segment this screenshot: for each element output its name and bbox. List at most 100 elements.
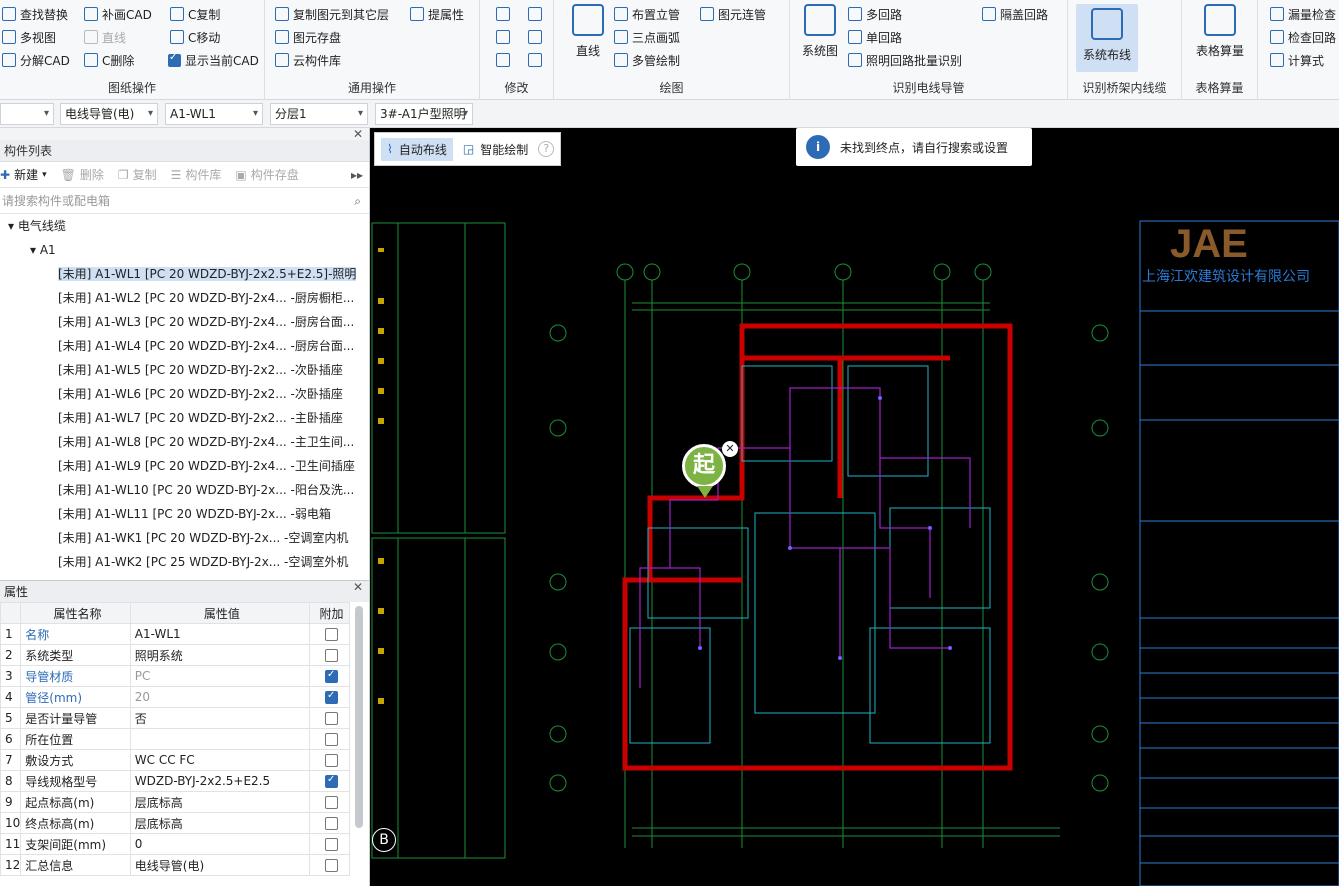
category-select[interactable]: 电线导管(电)	[60, 103, 158, 125]
help-icon[interactable]: ?	[538, 141, 555, 157]
search-icon[interactable]: ⌕	[354, 188, 361, 214]
list-item[interactable]: [未用] A1-WL9 [PC 20 WDZD-BYJ-2x4... -卫生间插…	[0, 454, 369, 478]
tree-group-a1[interactable]: ▾ A1	[0, 238, 369, 262]
paste-tool-button[interactable]	[528, 4, 546, 24]
multi-pipe-button[interactable]: 多管绘制	[614, 50, 680, 70]
pick-props-button[interactable]: 提属性	[410, 4, 464, 24]
list-item[interactable]: [未用] A1-WK1 [PC 20 WDZD-BYJ-2x... -空调室内机	[0, 526, 369, 550]
cover-circuit-button[interactable]: 隔盖回路	[982, 4, 1048, 24]
append-checkbox[interactable]	[325, 817, 338, 830]
explode-cad-button[interactable]: 分解CAD	[2, 50, 70, 70]
tree-root[interactable]: ▾ 电气线缆	[0, 214, 369, 238]
copy-button[interactable]: ❐ 复制	[118, 166, 157, 183]
system-routing-button[interactable]: 系统布线	[1076, 4, 1138, 72]
table-row[interactable]: 6 所在位置	[0, 728, 350, 750]
auto-routing-button[interactable]: ⌇ 自动布线	[381, 137, 453, 161]
table-row[interactable]: 1 名称 A1-WL1	[0, 623, 350, 645]
table-row[interactable]: 4 管径(mm) 20	[0, 686, 350, 708]
check-circuit-button[interactable]: 检查回路	[1270, 27, 1336, 47]
batch-lighting-button[interactable]: 照明回路批量识别	[848, 50, 962, 70]
place-riser-button[interactable]: 布置立管	[614, 4, 680, 24]
append-checkbox[interactable]	[325, 754, 338, 767]
list-item[interactable]: [未用] A1-WL6 [PC 20 WDZD-BYJ-2x2... -次卧插座	[0, 382, 369, 406]
component-select[interactable]: A1-WL1	[165, 103, 263, 125]
list-item[interactable]: [未用] A1-WL11 [PC 20 WDZD-BYJ-2x... -弱电箱	[0, 502, 369, 526]
delete-tool-button[interactable]	[496, 50, 514, 70]
delete-button[interactable]: 🗑 删除	[61, 166, 104, 183]
find-replace-button[interactable]: 查找替换	[2, 4, 68, 24]
table-row[interactable]: 2 系统类型 照明系统	[0, 644, 350, 666]
line-button[interactable]: 直线	[84, 27, 126, 47]
append-checkbox[interactable]	[325, 690, 338, 704]
formula-button[interactable]: 计算式	[1270, 50, 1324, 70]
list-item[interactable]: [未用] A1-WL10 [PC 20 WDZD-BYJ-2x... -阳台及洗…	[0, 478, 369, 502]
component-tree: ▾ 电气线缆 ▾ A1 [未用] A1-WL1 [PC 20 WDZD-BYJ-…	[0, 214, 369, 574]
append-checkbox[interactable]	[325, 628, 338, 641]
element-save-button[interactable]: 图元存盘	[275, 27, 341, 47]
component-search-input[interactable]: 请搜索构件或配电箱 ⌕	[0, 188, 369, 214]
table-row[interactable]: 3 导管材质 PC	[0, 665, 350, 687]
table-row[interactable]: 9 起点标高(m) 层底标高	[0, 791, 350, 813]
close-marker-icon[interactable]: ✕	[722, 441, 738, 457]
table-row[interactable]: 11 支架间距(mm) 0	[0, 833, 350, 855]
missing-check-button[interactable]: 漏量检查	[1270, 4, 1336, 24]
start-marker[interactable]: 起	[682, 444, 726, 488]
close-icon[interactable]: ✕	[353, 576, 363, 598]
three-point-arc-button[interactable]: 三点画弧	[614, 27, 680, 47]
list-item[interactable]: [未用] A1-WL4 [PC 20 WDZD-BYJ-2x4... -厨房台面…	[0, 334, 369, 358]
component-library-button[interactable]: ☰ 构件库	[171, 166, 222, 183]
table-qty-button[interactable]: 表格算量	[1190, 4, 1250, 59]
group-modify: 修改	[480, 0, 554, 100]
append-checkbox[interactable]	[325, 733, 338, 746]
multi-circuit-button[interactable]: 多回路	[848, 4, 902, 24]
layer-select[interactable]: 分层1	[270, 103, 368, 125]
system-diagram-button[interactable]: 系统图	[798, 4, 842, 59]
component-save-button[interactable]: ▣ 构件存盘	[235, 166, 298, 183]
system-diagram-icon	[804, 4, 836, 36]
table-row[interactable]: 7 敷设方式 WC CC FC	[0, 749, 350, 771]
draw-line-button[interactable]: 直线	[566, 4, 610, 59]
list-item[interactable]: [未用] A1-WL7 [PC 20 WDZD-BYJ-2x2... -主卧插座	[0, 406, 369, 430]
list-item[interactable]: [未用] A1-WL2 [PC 20 WDZD-BYJ-2x4... -厨房橱柜…	[0, 286, 369, 310]
drawing-select[interactable]: 3#-A1户型照明	[375, 103, 473, 125]
move-tool-button[interactable]	[496, 27, 514, 47]
mirror-tool-button[interactable]	[528, 27, 546, 47]
cloud-library-button[interactable]: 云构件库	[275, 50, 341, 70]
append-checkbox[interactable]	[325, 796, 338, 809]
single-circuit-button[interactable]: 单回路	[848, 27, 902, 47]
list-item[interactable]: [未用] A1-WL1 [PC 20 WDZD-BYJ-2x2.5+E2.5]-…	[0, 262, 369, 286]
show-current-cad-checkbox[interactable]: 显示当前CAD	[168, 50, 259, 70]
floor-select[interactable]	[0, 103, 54, 125]
copy-tool-button[interactable]	[496, 4, 514, 24]
table-row[interactable]: 12 汇总信息 电线导管(电)	[0, 854, 350, 876]
connect-pipe-button[interactable]: 图元连管	[700, 4, 766, 24]
multi-view-button[interactable]: 多视图	[2, 27, 56, 47]
table-row[interactable]: 8 导线规格型号 WDZD-BYJ-2x2.5+E2.5	[0, 770, 350, 792]
cad-canvas[interactable]: JAE 上海江欢建筑设计有限公司 ⌇ 自动布线 ◲ 智能绘制 ? i 未找到终点，请…	[370, 128, 1339, 886]
table-row[interactable]: 10 终点标高(m) 层底标高	[0, 812, 350, 834]
append-checkbox[interactable]	[325, 669, 338, 683]
append-checkbox[interactable]	[325, 774, 338, 788]
patch-cad-button[interactable]: 补画CAD	[84, 4, 152, 24]
move-icon	[496, 30, 510, 44]
new-button[interactable]: ✚ 新建 ▾	[0, 166, 47, 183]
append-checkbox[interactable]	[325, 712, 338, 725]
list-item[interactable]: [未用] A1-WK2 [PC 25 WDZD-BYJ-2x... -空调室外机	[0, 550, 369, 574]
list-item[interactable]: [未用] A1-WL3 [PC 20 WDZD-BYJ-2x4... -厨房台面…	[0, 310, 369, 334]
append-checkbox[interactable]	[325, 838, 338, 851]
rotate-tool-button[interactable]	[528, 50, 546, 70]
list-item[interactable]: [未用] A1-WL8 [PC 20 WDZD-BYJ-2x4... -主卫生间…	[0, 430, 369, 454]
overflow-icon[interactable]: ▸▸	[351, 168, 363, 182]
props-scrollbar[interactable]	[355, 606, 363, 828]
c-copy-button[interactable]: C复制	[170, 4, 220, 24]
smart-draw-button[interactable]: ◲ 智能绘制	[457, 138, 534, 161]
close-icon[interactable]: ✕	[353, 123, 363, 145]
append-checkbox[interactable]	[325, 859, 338, 872]
copy-to-layer-button[interactable]: 复制图元到其它层	[275, 4, 389, 24]
group-label: 绘图	[659, 81, 684, 95]
table-row[interactable]: 5 是否计量导管否	[0, 707, 350, 729]
list-item[interactable]: [未用] A1-WL5 [PC 20 WDZD-BYJ-2x2... -次卧插座	[0, 358, 369, 382]
c-delete-button[interactable]: C删除	[84, 50, 134, 70]
c-move-button[interactable]: C移动	[170, 27, 220, 47]
append-checkbox[interactable]	[325, 649, 338, 662]
